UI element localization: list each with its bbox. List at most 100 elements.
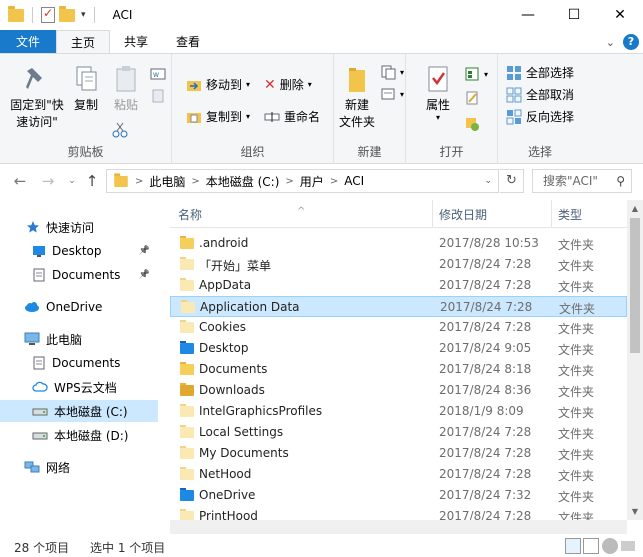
- chevron-right-icon[interactable]: >: [285, 176, 293, 187]
- help-icon[interactable]: ?: [623, 34, 639, 50]
- tab-view[interactable]: 查看: [162, 30, 214, 53]
- vertical-scrollbar[interactable]: ▲ ▼: [627, 200, 643, 520]
- chevron-right-icon[interactable]: >: [191, 176, 199, 187]
- open-button[interactable]: ▾: [464, 66, 488, 82]
- nav-item[interactable]: 本地磁盘 (D:): [0, 424, 158, 446]
- file-row[interactable]: 「开始」菜单 2017/8/24 7:28 文件夹: [170, 254, 627, 275]
- desktop-icon: [32, 244, 46, 258]
- nav-item[interactable]: 此电脑: [0, 328, 158, 350]
- nav-item[interactable]: 网络: [0, 456, 158, 478]
- cut-button[interactable]: [112, 122, 128, 138]
- horizontal-scrollbar[interactable]: [170, 520, 627, 534]
- pin-icon[interactable]: 📌: [139, 246, 150, 256]
- folder-icon: [180, 341, 194, 357]
- svg-text:W: W: [153, 72, 159, 79]
- up-arrow-icon[interactable]: ↑: [82, 171, 102, 191]
- properties-icon[interactable]: [41, 6, 55, 23]
- new-folder-button[interactable]: 新建 文件夹: [336, 64, 378, 131]
- tab-home[interactable]: 主页: [56, 30, 111, 53]
- file-name: AppData: [199, 278, 252, 292]
- select-none-button[interactable]: 全部取消: [506, 86, 574, 103]
- close-button[interactable]: ✕: [597, 0, 643, 30]
- file-row[interactable]: Desktop 2017/8/24 9:05 文件夹: [170, 338, 627, 359]
- rename-button[interactable]: 重命名: [264, 108, 320, 125]
- nav-item[interactable]: Documents 📌: [0, 264, 158, 286]
- tab-file[interactable]: 文件: [0, 30, 57, 53]
- large-icons-view-icon[interactable]: [583, 538, 599, 554]
- title-bar: ▾ ACI — ☐ ✕: [0, 0, 643, 30]
- pin-to-quick-access-button[interactable]: 固定到"快 速访问": [6, 64, 68, 131]
- nav-item[interactable]: OneDrive: [0, 296, 158, 318]
- address-history-chevron-icon[interactable]: ⌄: [484, 176, 492, 186]
- file-name: Local Settings: [199, 425, 284, 439]
- breadcrumb-aci[interactable]: ACI: [344, 174, 364, 188]
- pin-icon[interactable]: 📌: [139, 270, 150, 280]
- refresh-button[interactable]: ↻: [500, 169, 524, 193]
- copy-to-button[interactable]: 复制到 ▾: [186, 108, 250, 125]
- nav-item[interactable]: WPS云文档: [0, 376, 158, 398]
- nav-item[interactable]: Documents: [0, 352, 158, 374]
- file-row[interactable]: NetHood 2017/8/24 7:28 文件夹: [170, 464, 627, 485]
- recent-locations-chevron-icon[interactable]: ⌄: [62, 171, 82, 191]
- column-divider[interactable]: [432, 200, 433, 228]
- breadcrumb-this-pc[interactable]: 此电脑: [149, 173, 185, 190]
- file-row[interactable]: My Documents 2017/8/24 7:28 文件夹: [170, 443, 627, 464]
- file-row[interactable]: Documents 2017/8/24 8:18 文件夹: [170, 359, 627, 380]
- file-row[interactable]: Local Settings 2017/8/24 7:28 文件夹: [170, 422, 627, 443]
- edit-button[interactable]: [464, 90, 480, 106]
- forward-arrow-icon[interactable]: →: [38, 171, 58, 191]
- file-row[interactable]: Application Data 2017/8/24 7:28 文件夹: [170, 296, 627, 317]
- group-label-select: 选择: [527, 145, 552, 159]
- column-type[interactable]: 类型: [558, 206, 582, 223]
- move-to-button[interactable]: 移动到 ▾: [186, 76, 250, 93]
- chevron-right-icon[interactable]: >: [330, 176, 338, 187]
- history-button[interactable]: [464, 116, 480, 132]
- maximize-button[interactable]: ☐: [551, 0, 597, 30]
- nav-item[interactable]: 本地磁盘 (C:): [0, 400, 158, 422]
- paste-shortcut-button[interactable]: [150, 88, 166, 104]
- back-arrow-icon[interactable]: ←: [10, 171, 30, 191]
- paste-button[interactable]: 粘贴: [106, 64, 146, 114]
- cloud-folder-icon: [180, 488, 194, 504]
- file-date: 2017/8/24 7:28: [439, 257, 532, 271]
- network-icon: [24, 460, 40, 474]
- tab-share[interactable]: 共享: [110, 30, 162, 53]
- breadcrumb-users[interactable]: 用户: [300, 173, 324, 190]
- properties-button[interactable]: 属性 ▾: [420, 64, 456, 122]
- scroll-up-icon[interactable]: ▲: [627, 204, 643, 213]
- new-item-button[interactable]: ▾: [380, 64, 404, 80]
- easy-access-button[interactable]: ▾: [380, 86, 404, 102]
- search-input[interactable]: 搜索"ACI" ⚲: [532, 169, 632, 193]
- delete-button[interactable]: ✕ 删除 ▾: [264, 76, 312, 93]
- column-date[interactable]: 修改日期: [439, 206, 487, 223]
- chevron-right-icon[interactable]: >: [135, 176, 143, 187]
- ribbon-expand-chevron-icon[interactable]: ⌄: [606, 36, 615, 49]
- scroll-down-icon[interactable]: ▼: [627, 507, 643, 516]
- file-type: 文件夹: [558, 343, 595, 357]
- minimize-button[interactable]: —: [505, 0, 551, 30]
- breadcrumb-drive-c[interactable]: 本地磁盘 (C:): [206, 173, 280, 190]
- file-row[interactable]: Downloads 2017/8/24 8:36 文件夹: [170, 380, 627, 401]
- invert-selection-button[interactable]: 反向选择: [506, 108, 574, 125]
- nav-item[interactable]: Desktop 📌: [0, 240, 158, 262]
- file-row[interactable]: OneDrive 2017/8/24 7:32 文件夹: [170, 485, 627, 506]
- nav-item[interactable]: 快速访问: [0, 216, 158, 238]
- search-icon[interactable]: ⚲: [616, 170, 625, 192]
- copy-button[interactable]: 复制: [70, 64, 102, 114]
- details-view-icon[interactable]: [565, 538, 581, 554]
- move-to-label: 移动到: [206, 78, 243, 92]
- customize-toolbar-chevron-icon[interactable]: ▾: [81, 10, 86, 20]
- file-row[interactable]: PrintHood 2017/8/24 7:28 文件夹: [170, 506, 627, 520]
- column-name[interactable]: 名称: [178, 206, 202, 223]
- file-row[interactable]: IntelGraphicsProfiles 2018/1/9 8:09 文件夹: [170, 401, 627, 422]
- file-name: IntelGraphicsProfiles: [199, 404, 323, 418]
- column-divider[interactable]: [551, 200, 552, 228]
- file-row[interactable]: AppData 2017/8/24 7:28 文件夹: [170, 275, 627, 296]
- file-row[interactable]: .android 2017/8/28 10:53 文件夹: [170, 233, 627, 254]
- copy-path-button[interactable]: W: [150, 66, 166, 82]
- address-bar[interactable]: > 此电脑 > 本地磁盘 (C:) > 用户 > ACI ⌄: [106, 169, 499, 193]
- file-row[interactable]: Cookies 2017/8/24 7:28 文件夹: [170, 317, 627, 338]
- select-all-button[interactable]: 全部选择: [506, 64, 574, 81]
- scrollbar-thumb[interactable]: [630, 218, 640, 353]
- new-folder-icon[interactable]: [59, 5, 75, 22]
